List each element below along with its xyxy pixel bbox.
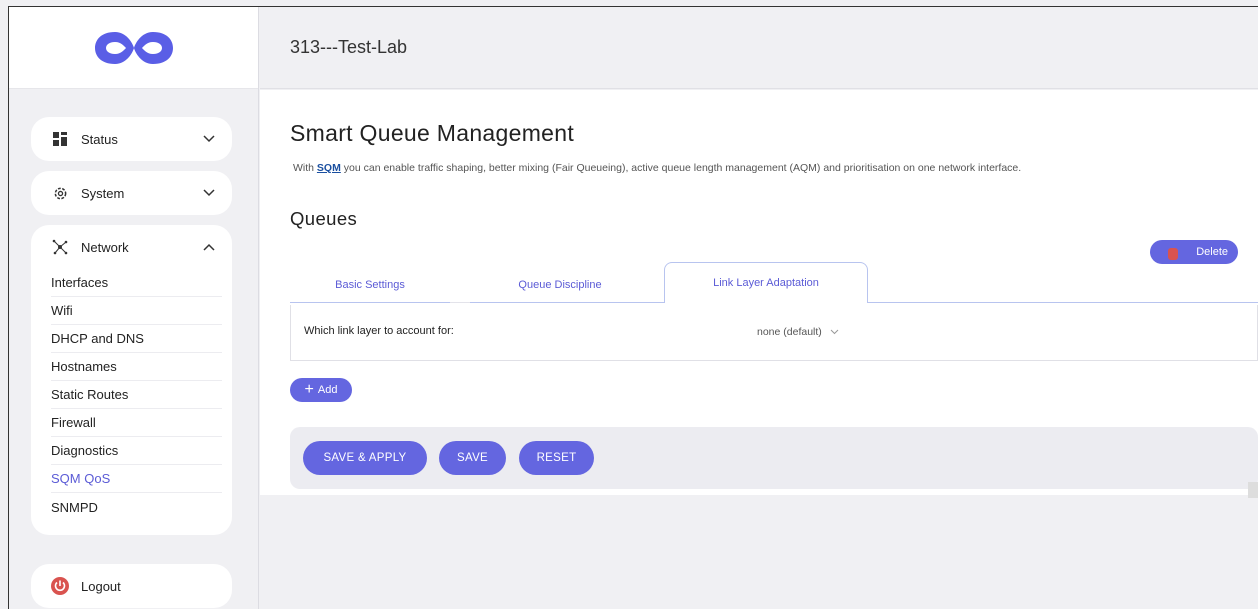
trash-icon <box>1168 248 1178 260</box>
sqm-link[interactable]: SQM <box>317 162 341 174</box>
sidebar-item-static-routes[interactable]: Static Routes <box>51 381 222 409</box>
menu-label-system: System <box>81 185 125 201</box>
add-button[interactable]: + Add <box>290 378 352 402</box>
power-icon <box>51 577 69 595</box>
add-label: Add <box>317 384 338 396</box>
chevron-up-icon <box>202 240 216 254</box>
page-title: Smart Queue Management <box>290 120 575 146</box>
menu-head-system[interactable]: System <box>31 171 232 215</box>
menu-status: Status <box>31 117 232 161</box>
description-suffix: you can enable traffic shaping, better m… <box>340 162 1022 174</box>
settings-panel: Which link layer to account for: none (d… <box>290 305 1258 361</box>
sidebar-item-dhcp-dns[interactable]: DHCP and DNS <box>51 325 222 353</box>
link-layer-select[interactable]: none (default) <box>757 326 839 338</box>
delete-button[interactable]: Delete <box>1150 240 1238 264</box>
device-name: 313---Test-Lab <box>290 37 408 57</box>
menu-label-status: Status <box>81 131 118 147</box>
logout-label: Logout <box>81 578 121 594</box>
page-description: With SQM you can enable traffic shaping,… <box>293 162 1021 174</box>
gear-icon <box>51 184 69 202</box>
tab-basic-settings[interactable]: Basic Settings <box>290 266 450 303</box>
sidebar-item-diagnostics[interactable]: Diagnostics <box>51 437 222 465</box>
sidebar-item-snmpd[interactable]: SNMPD <box>51 493 222 521</box>
save-apply-button[interactable]: SAVE & APPLY <box>303 441 427 475</box>
sidebar: Status System Network Interfaces Wifi DH… <box>9 7 259 609</box>
tab-queue-discipline[interactable]: Queue Discipline <box>470 266 650 303</box>
plus-icon: + <box>304 381 314 398</box>
reset-button[interactable]: RESET <box>519 441 594 475</box>
menu-logout: Logout <box>31 564 232 608</box>
menu-network: Network Interfaces Wifi DHCP and DNS Hos… <box>31 225 232 535</box>
menu-head-network[interactable]: Network <box>31 225 232 269</box>
save-button[interactable]: SAVE <box>439 441 506 475</box>
network-submenu: Interfaces Wifi DHCP and DNS Hostnames S… <box>31 269 232 535</box>
chevron-down-icon <box>202 186 216 200</box>
main-content: Smart Queue Management With SQM you can … <box>260 90 1258 498</box>
network-icon <box>51 238 69 256</box>
section-title-queues: Queues <box>290 208 358 229</box>
app-window: Status System Network Interfaces Wifi DH… <box>8 6 1258 609</box>
sidebar-item-wifi[interactable]: Wifi <box>51 297 222 325</box>
sidebar-item-firewall[interactable]: Firewall <box>51 409 222 437</box>
menu-head-status[interactable]: Status <box>31 117 232 161</box>
tab-gap <box>450 302 470 303</box>
link-layer-label: Which link layer to account for: <box>304 325 454 337</box>
delete-label: Delete <box>1196 246 1228 258</box>
sidebar-item-sqm-qos[interactable]: SQM QoS <box>51 465 222 493</box>
tab-link-layer-adaptation[interactable]: Link Layer Adaptation <box>664 262 868 303</box>
logo[interactable] <box>9 7 258 89</box>
action-bar: SAVE & APPLY SAVE RESET <box>290 427 1258 489</box>
logout-button[interactable]: Logout <box>31 564 232 608</box>
link-layer-value: none (default) <box>757 326 822 338</box>
infinity-logo-icon <box>94 31 173 64</box>
description-prefix: With <box>293 162 317 174</box>
dashboard-icon <box>51 130 69 148</box>
scrollbar[interactable] <box>1248 482 1258 498</box>
sidebar-item-interfaces[interactable]: Interfaces <box>51 269 222 297</box>
menu-system: System <box>31 171 232 215</box>
topbar: 313---Test-Lab <box>260 7 1258 89</box>
chevron-down-icon <box>830 329 839 335</box>
menu-label-network: Network <box>81 239 129 255</box>
tab-bar: Basic Settings Queue Discipline Link Lay… <box>290 262 1258 303</box>
sidebar-item-hostnames[interactable]: Hostnames <box>51 353 222 381</box>
chevron-down-icon <box>202 132 216 146</box>
